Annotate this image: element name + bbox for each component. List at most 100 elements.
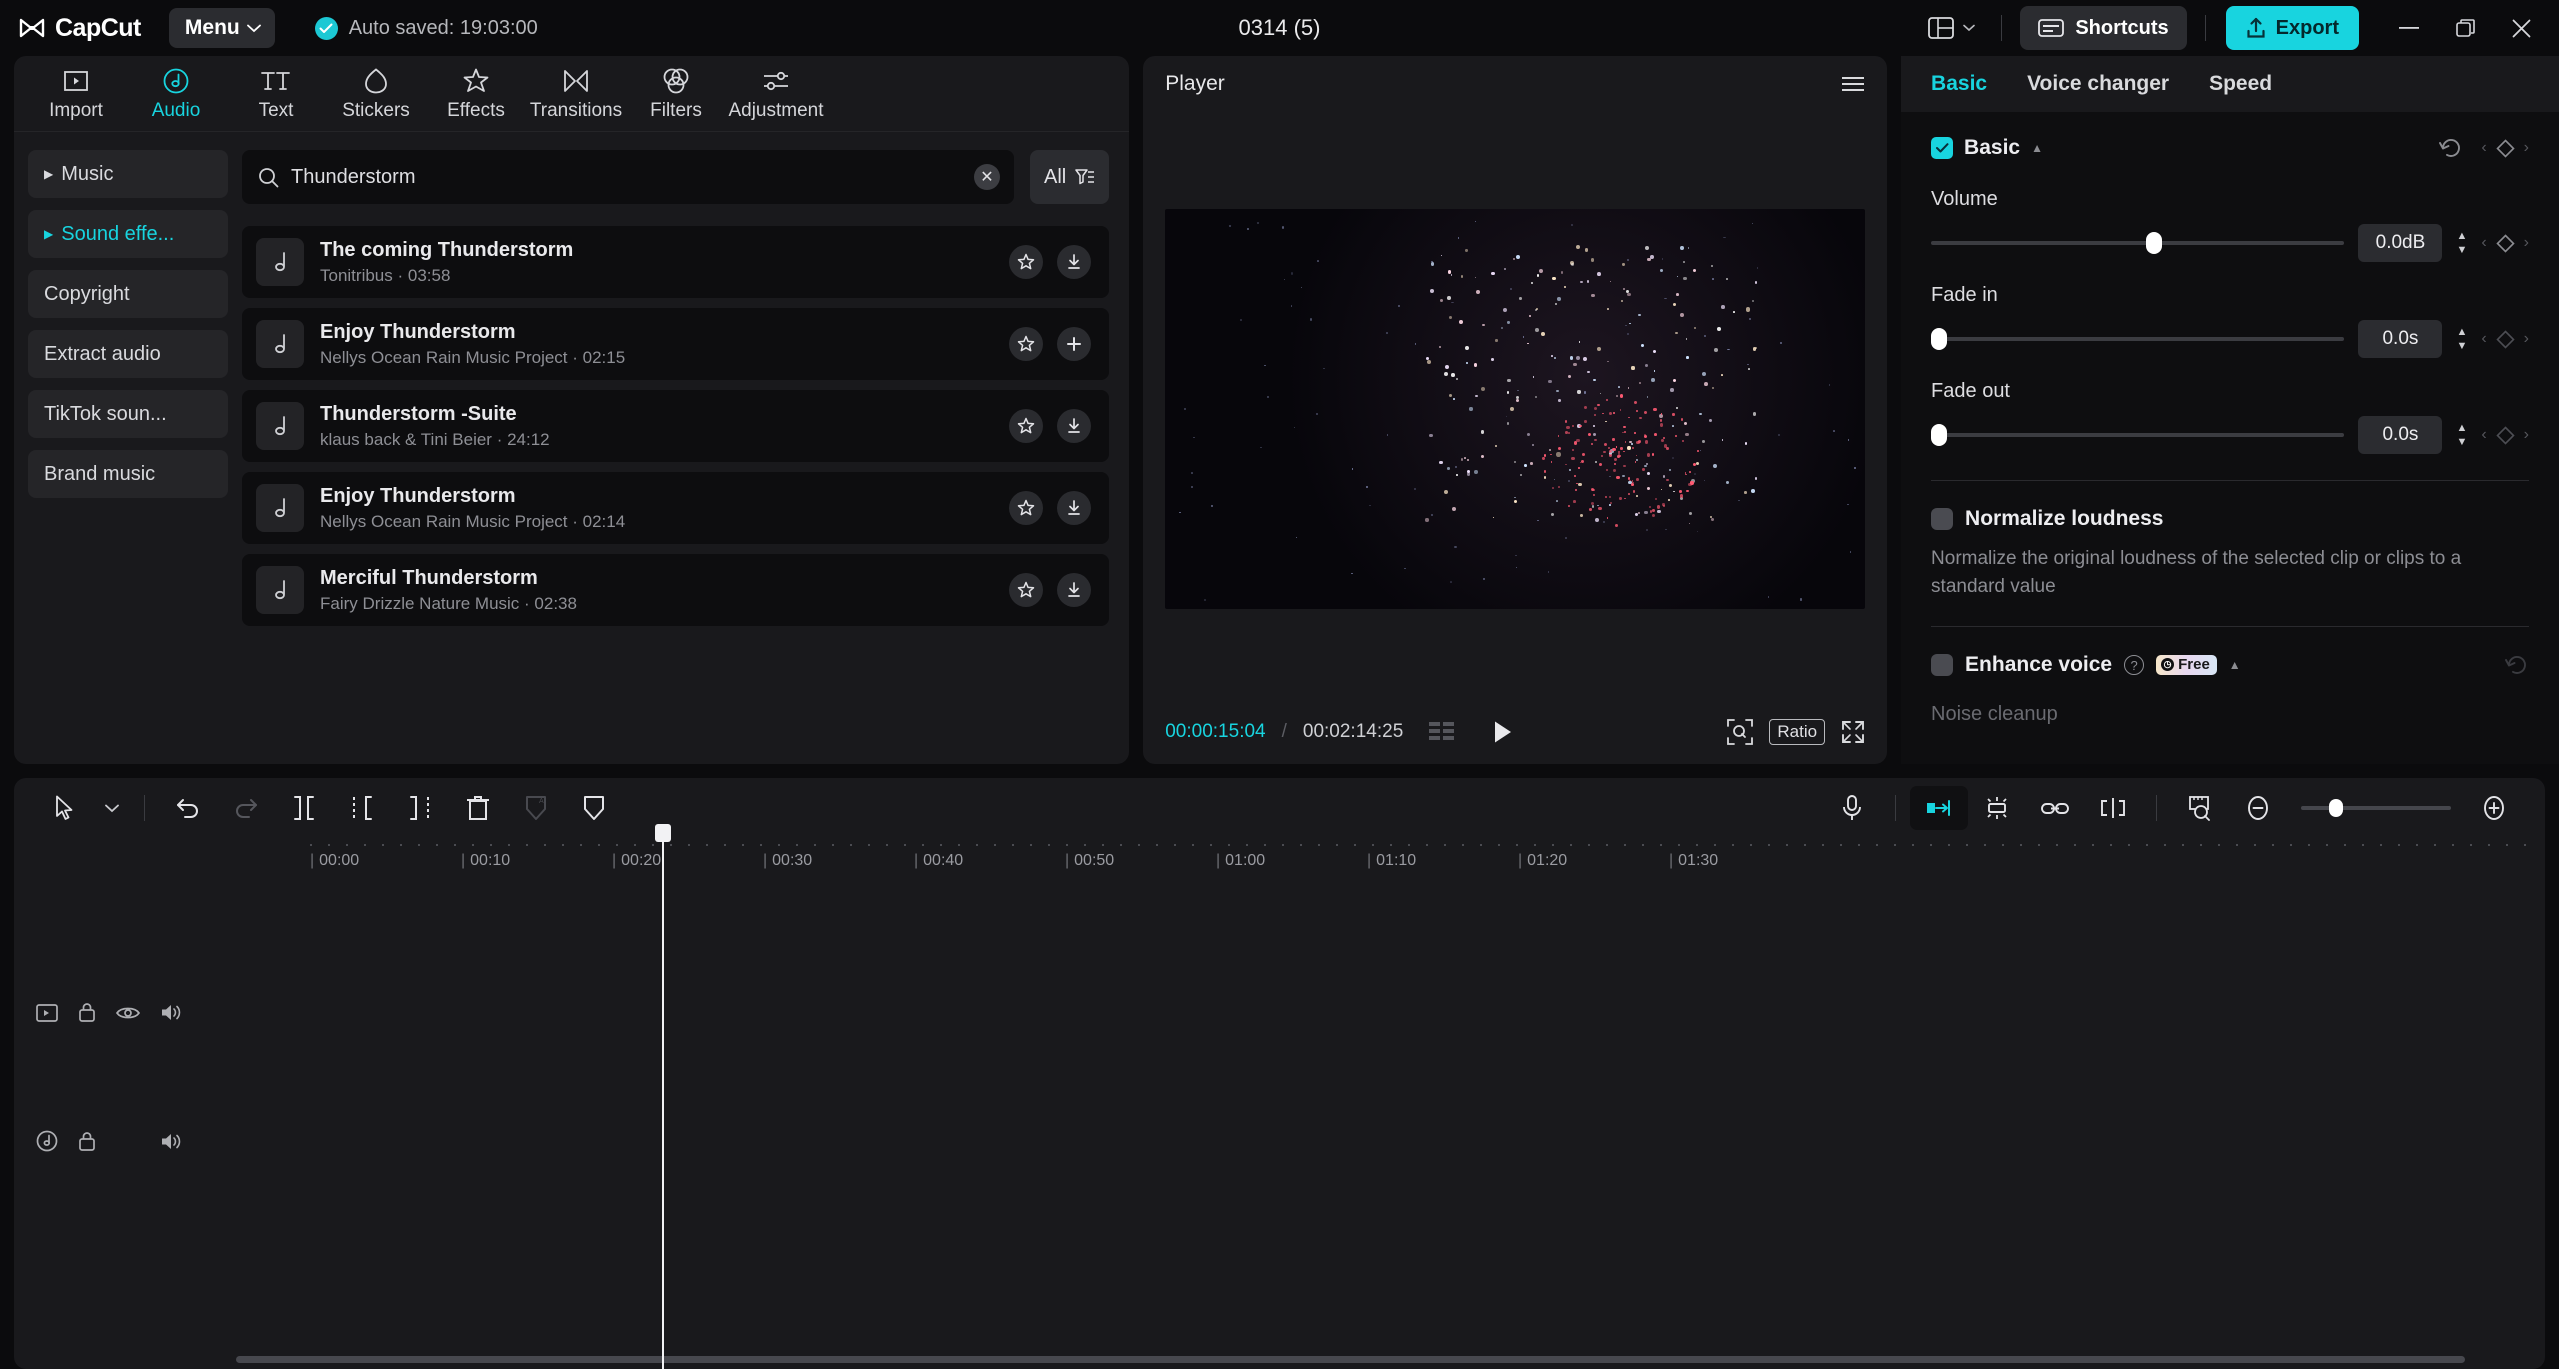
tool-import[interactable]: Import	[26, 66, 126, 122]
video-preview[interactable]	[1165, 209, 1865, 609]
select-tool-button[interactable]	[36, 786, 94, 830]
auto-snap-button[interactable]	[1910, 786, 1968, 830]
filter-button[interactable]: All	[1030, 150, 1109, 204]
delete-button[interactable]	[449, 786, 507, 830]
playhead[interactable]	[662, 838, 664, 1369]
speaker-volume-icon[interactable]	[160, 1132, 182, 1151]
link-clips-button[interactable]	[2026, 786, 2084, 830]
reset-icon[interactable]	[2439, 136, 2463, 160]
download-icon[interactable]	[1057, 573, 1091, 607]
ratio-button[interactable]: Ratio	[1769, 719, 1825, 745]
tool-text[interactable]: Text	[226, 66, 326, 122]
zoom-out-button[interactable]	[2229, 786, 2287, 830]
search-box[interactable]: ✕	[242, 150, 1014, 204]
speaker-volume-icon[interactable]	[160, 1003, 182, 1022]
mask-button[interactable]	[565, 786, 623, 830]
trim-left-button[interactable]	[333, 786, 391, 830]
volume-keyframe-group[interactable]: ‹ ›	[2481, 234, 2529, 253]
category-brand-music[interactable]: Brand music	[28, 450, 228, 498]
record-voiceover-button[interactable]	[1823, 786, 1881, 830]
timeline-horizontal-scrollbar[interactable]	[236, 1356, 2465, 1363]
zoom-in-button[interactable]	[2465, 786, 2523, 830]
minimize-button[interactable]	[2381, 6, 2437, 50]
track-row[interactable]: Merciful ThunderstormFairy Drizzle Natur…	[242, 554, 1109, 626]
track-thumbnail-toggle-icon[interactable]	[36, 1003, 58, 1023]
stepper-up-icon[interactable]: ▲	[2456, 422, 2467, 434]
keyframe-prev-icon[interactable]: ‹	[2481, 330, 2486, 348]
add-icon[interactable]	[1057, 327, 1091, 361]
clear-search-icon[interactable]: ✕	[974, 164, 1000, 190]
fade-out-keyframe-group[interactable]: ‹ ›	[2481, 426, 2529, 445]
fit-to-window-button[interactable]	[2171, 786, 2229, 830]
fullscreen-icon[interactable]	[1841, 720, 1865, 744]
keyframe-prev-icon[interactable]: ‹	[2481, 139, 2486, 157]
frame-grid-icon[interactable]	[1429, 721, 1455, 743]
enhance-voice-toggle[interactable]	[1931, 654, 1953, 676]
fade-out-stepper[interactable]: ▲ ▼	[2456, 422, 2467, 448]
keyframe-diamond-icon[interactable]	[2496, 139, 2515, 158]
keyframe-next-icon[interactable]: ›	[2524, 139, 2529, 157]
volume-slider[interactable]	[1931, 233, 2344, 253]
tab-voice-changer[interactable]: Voice changer	[2027, 72, 2169, 96]
tool-stickers[interactable]: Stickers	[326, 66, 426, 122]
eye-visibility-icon[interactable]	[116, 1005, 140, 1021]
stepper-down-icon[interactable]: ▼	[2456, 436, 2467, 448]
category-extract-audio[interactable]: Extract audio	[28, 330, 228, 378]
tool-filters[interactable]: Filters	[626, 66, 726, 122]
fade-out-slider[interactable]	[1931, 425, 2344, 445]
audio-track-icon[interactable]	[36, 1130, 58, 1152]
category-copyright[interactable]: Copyright	[28, 270, 228, 318]
slider-knob[interactable]	[2146, 232, 2162, 254]
favorite-star-icon[interactable]	[1009, 327, 1043, 361]
ai-mask-button[interactable]: AI	[507, 786, 565, 830]
download-icon[interactable]	[1057, 245, 1091, 279]
chevron-up-icon[interactable]: ▲	[2229, 658, 2241, 672]
track-row[interactable]: Enjoy ThunderstormNellys Ocean Rain Musi…	[242, 472, 1109, 544]
basic-enable-checkbox[interactable]	[1931, 137, 1953, 159]
track-row[interactable]: Thunderstorm -Suiteklaus back & Tini Bei…	[242, 390, 1109, 462]
keyframe-group[interactable]: ‹ ›	[2481, 139, 2529, 158]
volume-stepper[interactable]: ▲ ▼	[2456, 230, 2467, 256]
keyframe-diamond-icon[interactable]	[2496, 330, 2515, 349]
chevron-up-icon[interactable]: ▲	[2031, 141, 2043, 155]
timeline-zoom-slider[interactable]	[2301, 799, 2451, 817]
zoom-fit-icon[interactable]	[1727, 719, 1753, 745]
volume-value[interactable]: 0.0dB	[2358, 224, 2442, 262]
shortcuts-button[interactable]: Shortcuts	[2020, 6, 2186, 50]
track-row[interactable]: Enjoy ThunderstormNellys Ocean Rain Musi…	[242, 308, 1109, 380]
maximize-button[interactable]	[2437, 6, 2493, 50]
tool-audio[interactable]: Audio	[126, 66, 226, 122]
play-button[interactable]	[1493, 720, 1513, 744]
favorite-star-icon[interactable]	[1009, 491, 1043, 525]
normalize-loudness-toggle[interactable]	[1931, 508, 1953, 530]
tab-speed[interactable]: Speed	[2209, 72, 2272, 96]
download-icon[interactable]	[1057, 491, 1091, 525]
redo-button[interactable]	[217, 786, 275, 830]
download-icon[interactable]	[1057, 409, 1091, 443]
lock-icon[interactable]	[78, 1002, 96, 1023]
category-sound-effects[interactable]: ▶ Sound effe...	[28, 210, 228, 258]
magnet-snap-button[interactable]	[1968, 786, 2026, 830]
keyframe-prev-icon[interactable]: ‹	[2481, 426, 2486, 444]
playhead-handle[interactable]	[655, 824, 671, 842]
keyframe-next-icon[interactable]: ›	[2524, 234, 2529, 252]
fade-in-keyframe-group[interactable]: ‹ ›	[2481, 330, 2529, 349]
layout-switch-button[interactable]	[1920, 17, 1983, 39]
player-menu-icon[interactable]	[1841, 76, 1865, 92]
select-tool-dropdown[interactable]	[94, 786, 130, 830]
help-icon[interactable]: ?	[2124, 655, 2144, 675]
keyframe-diamond-icon[interactable]	[2496, 234, 2515, 253]
stepper-up-icon[interactable]: ▲	[2456, 326, 2467, 338]
close-button[interactable]	[2493, 6, 2549, 50]
favorite-star-icon[interactable]	[1009, 245, 1043, 279]
stepper-down-icon[interactable]: ▼	[2456, 244, 2467, 256]
fade-out-value[interactable]: 0.0s	[2358, 416, 2442, 454]
keyframe-diamond-icon[interactable]	[2496, 426, 2515, 445]
trim-right-button[interactable]	[391, 786, 449, 830]
keyframe-next-icon[interactable]: ›	[2524, 330, 2529, 348]
favorite-star-icon[interactable]	[1009, 409, 1043, 443]
tab-basic[interactable]: Basic	[1931, 72, 1987, 96]
slider-knob[interactable]	[2329, 799, 2343, 817]
category-tiktok-sounds[interactable]: TikTok soun...	[28, 390, 228, 438]
category-music[interactable]: ▶ Music	[28, 150, 228, 198]
